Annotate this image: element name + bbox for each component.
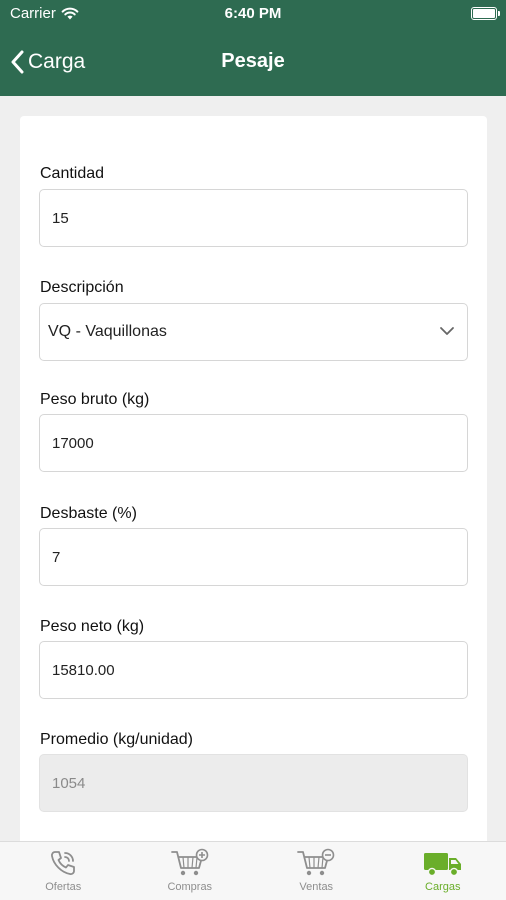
promedio-label: Promedio (kg/unidad) [40,731,193,748]
descripcion-select[interactable]: VQ - Vaquillonas [39,303,468,361]
tab-cargas[interactable]: Cargas [380,842,506,900]
form-card: Cantidad 15 Descripción VQ - Vaquillonas… [20,116,487,856]
peso-neto-field[interactable]: 15810.00 [39,641,468,699]
cantidad-field[interactable]: 15 [39,189,468,247]
promedio-value: 1054 [52,774,86,792]
peso-bruto-value: 17000 [52,434,94,452]
peso-bruto-label: Peso bruto (kg) [40,391,150,408]
cantidad-label: Cantidad [40,165,105,182]
peso-neto-value: 15810.00 [52,661,115,679]
tab-ventas[interactable]: Ventas [253,842,380,900]
descripcion-value: VQ - Vaquillonas [48,323,167,340]
desbaste-label: Desbaste (%) [40,505,137,522]
phone-icon [51,851,76,875]
desbaste-field[interactable]: 7 [39,528,468,586]
tab-ofertas[interactable]: Ofertas [0,842,127,900]
tab-ofertas-label: Ofertas [45,881,82,893]
tab-ventas-label: Ventas [299,881,334,893]
descripcion-label: Descripción [40,279,124,296]
tab-cargas-label: Cargas [425,881,461,893]
tab-compras-label: Compras [167,881,213,893]
peso-neto-label: Peso neto (kg) [40,618,145,635]
peso-bruto-field[interactable]: 17000 [39,414,468,472]
cantidad-value: 15 [52,209,69,227]
tab-compras[interactable]: Compras [127,842,254,900]
promedio-field: 1054 [39,754,468,812]
status-time: 6:40 PM [224,5,282,22]
app-header: Carrier 6:40 PM Carga Pesaje [0,0,506,96]
status-bar: Carrier 6:40 PM [0,0,506,26]
cart-plus-icon [170,848,209,876]
desbaste-value: 7 [52,548,61,566]
truck-icon [423,853,461,877]
battery-icon [471,7,500,20]
tab-bar: Ofertas Compras Ventas Cargas [0,841,506,900]
chevron-down-icon [440,327,454,335]
page-title: Pesaje [221,50,285,72]
cart-minus-icon [297,848,335,876]
